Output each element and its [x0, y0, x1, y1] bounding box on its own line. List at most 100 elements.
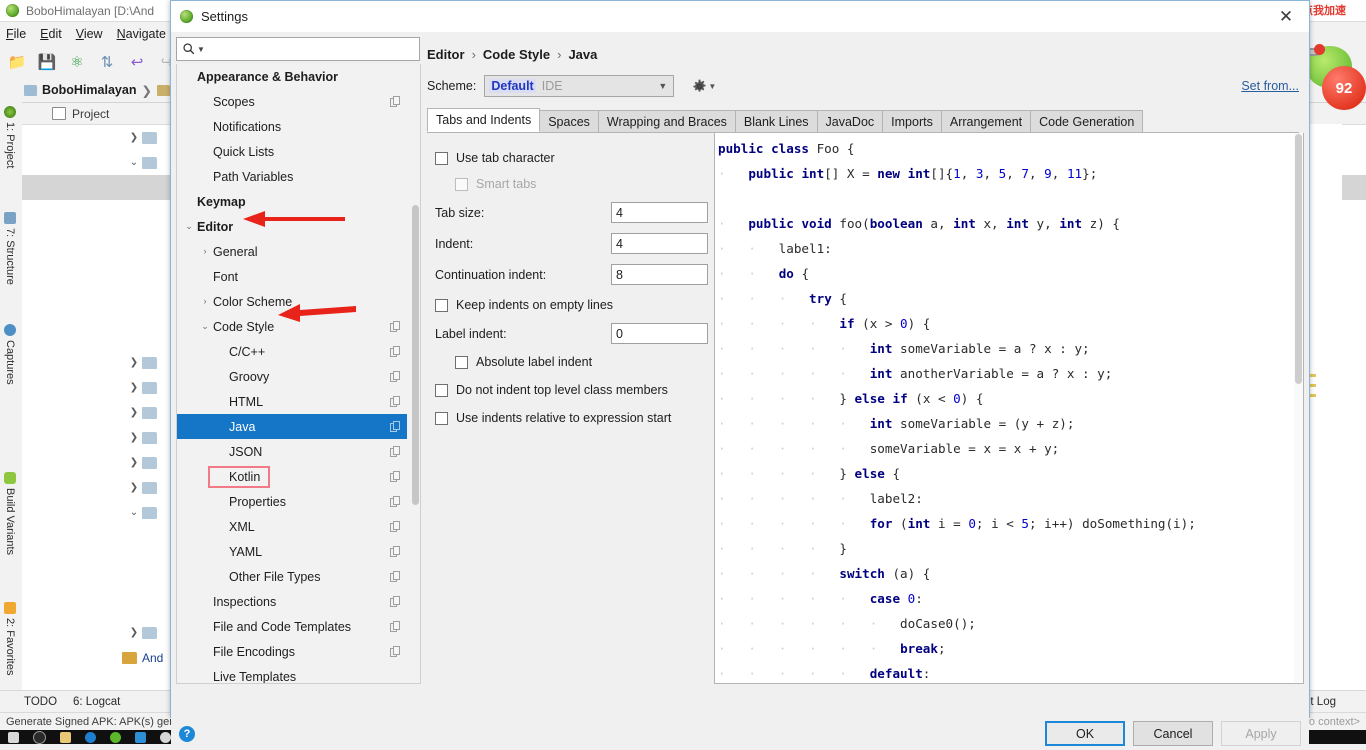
sidebar-item-build-variants[interactable]: Build Variants	[4, 472, 16, 555]
app-icon-5[interactable]	[135, 731, 146, 743]
sidebar-item-editor[interactable]: ⌄ Editor	[177, 214, 407, 239]
use-tab-character-row[interactable]: Use tab character	[435, 145, 711, 171]
sidebar-item-notifications[interactable]: Notifications	[177, 114, 407, 139]
menu-navigate[interactable]: Navigate	[117, 27, 166, 41]
copy-scheme-icon[interactable]	[390, 395, 401, 408]
settings-tab-bar[interactable]: Tabs and Indents Spaces Wrapping and Brace…	[427, 108, 1299, 133]
tree-scrollbar-thumb[interactable]	[412, 205, 419, 505]
chevron-icon[interactable]: ⌄	[181, 222, 197, 231]
tab-size-input[interactable]	[611, 202, 708, 223]
keep-indents-checkbox[interactable]	[435, 298, 448, 312]
search-input[interactable]	[207, 41, 414, 57]
tab-spaces[interactable]: Spaces	[539, 110, 599, 132]
menu-view[interactable]: View	[76, 27, 103, 41]
tree-scrollbar[interactable]	[411, 65, 420, 683]
sidebar-item-file-encodings[interactable]: File Encodings	[177, 639, 407, 664]
chevron-down-icon[interactable]: ▼	[658, 81, 667, 91]
copy-scheme-icon[interactable]	[390, 570, 401, 583]
file-explorer-icon[interactable]	[60, 731, 71, 743]
preview-scrollbar[interactable]	[1294, 133, 1303, 682]
bottom-tab-log[interactable]: t Log	[1310, 696, 1336, 708]
help-icon[interactable]: ?	[179, 725, 195, 742]
copy-scheme-icon[interactable]	[390, 545, 401, 558]
tab-wrapping-and-braces[interactable]: Wrapping and Braces	[597, 110, 736, 132]
ok-button[interactable]: OK	[1045, 721, 1125, 746]
absolute-label-indent-checkbox[interactable]	[455, 355, 468, 369]
tab-arrangement[interactable]: Arrangement	[940, 110, 1032, 132]
cancel-button[interactable]: Cancel	[1133, 721, 1213, 746]
copy-scheme-icon[interactable]	[390, 345, 401, 358]
copy-scheme-icon[interactable]	[390, 620, 401, 633]
bottom-tab-todo[interactable]: TODO	[24, 696, 57, 708]
copy-scheme-icon[interactable]	[390, 595, 401, 608]
set-from-link[interactable]: Set from...	[1241, 79, 1299, 93]
sidebar-item-structure[interactable]: 7: Structure	[4, 212, 16, 285]
indent-input[interactable]	[611, 233, 708, 254]
copy-scheme-icon[interactable]	[390, 370, 401, 383]
scheme-settings-button[interactable]: ▼	[692, 79, 716, 94]
copy-scheme-icon[interactable]	[390, 470, 401, 483]
do-not-indent-top-level-checkbox[interactable]	[435, 383, 448, 397]
app-icon-6[interactable]	[160, 731, 171, 743]
sidebar-item-inspections[interactable]: Inspections	[177, 589, 407, 614]
windows-start-icon[interactable]	[8, 731, 19, 743]
sidebar-item-captures[interactable]: Captures	[4, 324, 16, 385]
sidebar-item-kotlin[interactable]: Kotlin	[177, 464, 407, 489]
left-toolwindow-strip[interactable]: 1: Project 7: Structure Captures Build V…	[0, 102, 23, 690]
smart-tabs-row[interactable]: Smart tabs	[435, 171, 711, 197]
sidebar-item-font[interactable]: Font	[177, 264, 407, 289]
absolute-label-indent-row[interactable]: Absolute label indent	[435, 349, 711, 375]
use-tab-character-checkbox[interactable]	[435, 151, 448, 165]
use-indents-relative-checkbox[interactable]	[435, 411, 448, 425]
tab-blank-lines[interactable]: Blank Lines	[734, 110, 818, 132]
sidebar-item-keymap[interactable]: Keymap	[177, 189, 407, 214]
sidebar-item-c-c[interactable]: C/C++	[177, 339, 407, 364]
continuation-indent-input[interactable]	[611, 264, 708, 285]
undo-icon[interactable]: ↩	[124, 50, 150, 74]
tab-code-generation[interactable]: Code Generation	[1030, 110, 1144, 132]
copy-scheme-icon[interactable]	[390, 520, 401, 533]
sidebar-item-path-variables[interactable]: Path Variables	[177, 164, 407, 189]
accelerator-value[interactable]: 92	[1322, 66, 1366, 110]
tab-javadoc[interactable]: JavaDoc	[816, 110, 884, 132]
chevron-down-icon[interactable]: ▼	[708, 82, 716, 91]
sidebar-item-appearance-behavior[interactable]: Appearance & Behavior	[177, 64, 407, 89]
chevron-icon[interactable]: ›	[197, 297, 213, 306]
sidebar-item-color-scheme[interactable]: › Color Scheme	[177, 289, 407, 314]
code-style-preview[interactable]: public class Foo {· public int[] X = new…	[714, 133, 1304, 684]
copy-scheme-icon[interactable]	[390, 95, 401, 108]
refresh-icon[interactable]: ⇅	[94, 50, 120, 74]
chevron-icon[interactable]: ⌄	[197, 322, 213, 331]
copy-scheme-icon[interactable]	[390, 645, 401, 658]
label-indent-input[interactable]	[611, 323, 708, 344]
copy-scheme-icon[interactable]	[390, 495, 401, 508]
chevron-icon[interactable]: ›	[197, 247, 213, 256]
sidebar-item-scopes[interactable]: Scopes	[177, 89, 407, 114]
search-taskbar-icon[interactable]	[33, 730, 46, 744]
sidebar-item-favorites[interactable]: 2: Favorites	[4, 602, 16, 675]
breadcrumb-editor[interactable]: Editor	[427, 47, 465, 62]
tab-tabs-and-indents[interactable]: Tabs and Indents	[427, 108, 541, 132]
sidebar-item-xml[interactable]: XML	[177, 514, 407, 539]
sidebar-item-properties[interactable]: Properties	[177, 489, 407, 514]
close-icon[interactable]: ✕	[1263, 1, 1309, 33]
breadcrumb-project[interactable]: BoboHimalayan	[42, 83, 136, 97]
keep-indents-row[interactable]: Keep indents on empty lines	[435, 292, 711, 318]
sidebar-item-html[interactable]: HTML	[177, 389, 407, 414]
scheme-select[interactable]: Default IDE ▼	[484, 75, 675, 97]
sidebar-item-json[interactable]: JSON	[177, 439, 407, 464]
save-icon[interactable]: 💾	[34, 50, 60, 74]
settings-search[interactable]: ▼	[176, 37, 420, 61]
sidebar-item-quick-lists[interactable]: Quick Lists	[177, 139, 407, 164]
tab-imports[interactable]: Imports	[882, 110, 942, 132]
menu-edit[interactable]: Edit	[40, 27, 62, 41]
bottom-tab-logcat[interactable]: 6: Logcat	[73, 696, 120, 708]
sidebar-item-groovy[interactable]: Groovy	[177, 364, 407, 389]
sidebar-item-java[interactable]: Java	[177, 414, 407, 439]
copy-scheme-icon[interactable]	[390, 445, 401, 458]
menu-file[interactable]: File	[6, 27, 26, 41]
sidebar-item-yaml[interactable]: YAML	[177, 539, 407, 564]
sidebar-item-general[interactable]: › General	[177, 239, 407, 264]
sidebar-item-file-and-code-templates[interactable]: File and Code Templates	[177, 614, 407, 639]
settings-tree[interactable]: Appearance & Behavior Scopes Notifications…	[177, 64, 407, 683]
